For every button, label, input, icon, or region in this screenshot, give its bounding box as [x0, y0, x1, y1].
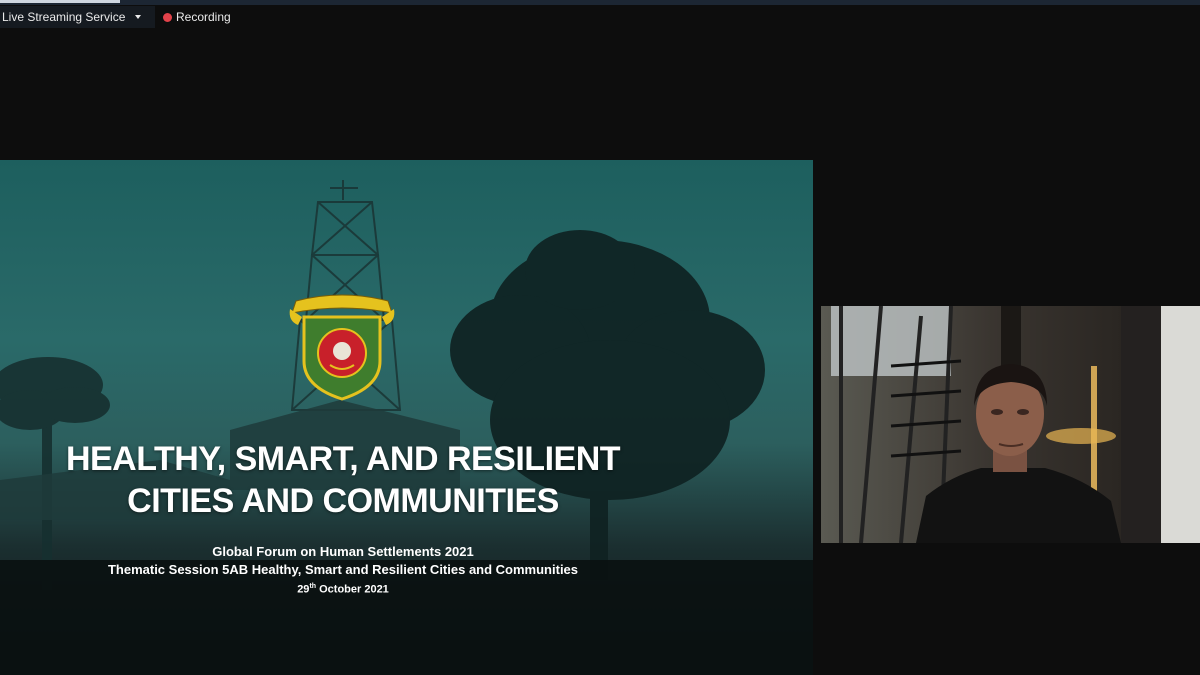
slide-date: 29th October 2021: [0, 583, 686, 596]
participant-video-tile[interactable]: [821, 306, 1200, 543]
top-bar: [0, 0, 1200, 5]
live-streaming-label: Live Streaming Service: [2, 10, 126, 24]
city-emblem-icon: [289, 294, 395, 401]
slide-subtitle-line-2: Thematic Session 5AB Healthy, Smart and …: [107, 562, 579, 577]
slide-background-image: [0, 180, 813, 675]
date-day: 29: [297, 583, 310, 596]
recording-label: Recording: [176, 10, 231, 24]
slide-subtitle-line-1: Global Forum on Human Settlements 2021: [212, 544, 474, 559]
meeting-window: Live Streaming Service Recording HEALTHY…: [0, 0, 1200, 675]
slide-title-line-1: HEALTHY, SMART, AND RESILIENT: [65, 440, 621, 478]
slide-title: HEALTHY, SMART, AND RESILIENT CITIES AND…: [0, 438, 686, 522]
slide-subtitle: Global Forum on Human Settlements 2021 T…: [0, 543, 686, 579]
shared-screen-slide: HEALTHY, SMART, AND RESILIENT CITIES AND…: [0, 160, 813, 675]
top-bar-highlight: [0, 0, 120, 3]
participant-video-feed: [821, 306, 1200, 543]
recording-indicator[interactable]: Recording: [163, 8, 231, 26]
record-dot-icon: [163, 12, 172, 22]
live-streaming-dropdown[interactable]: Live Streaming Service: [0, 6, 155, 28]
slide-title-line-2: CITIES AND COMMUNITIES: [127, 482, 559, 520]
chevron-down-icon: [135, 15, 142, 19]
date-rest: October 2021: [316, 583, 389, 596]
